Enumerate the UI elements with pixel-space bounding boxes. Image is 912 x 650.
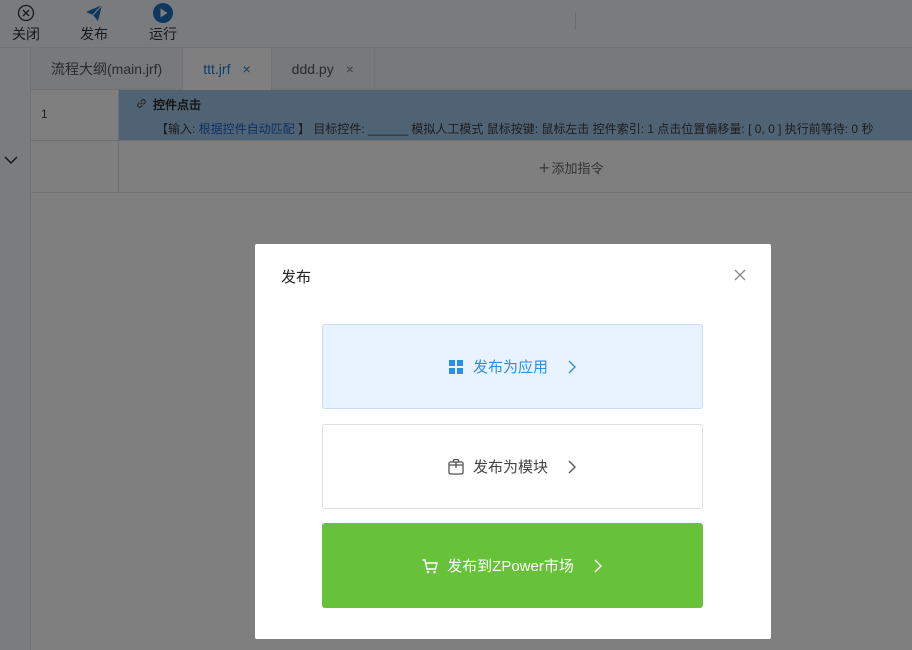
publish-as-module-button[interactable]: 发布为模块 <box>322 424 703 509</box>
chevron-right-icon <box>568 360 578 374</box>
shopping-cart-icon <box>421 557 439 575</box>
publish-to-market-label: 发布到ZPower市场 <box>447 558 574 575</box>
publish-as-app-button[interactable]: 发布为应用 <box>322 324 703 409</box>
package-box-icon <box>447 458 465 476</box>
publish-as-app-label: 发布为应用 <box>472 359 548 376</box>
chevron-right-icon <box>568 460 578 474</box>
grid-apps-icon <box>447 358 465 376</box>
publish-dialog: 发布 发布为应用 发布为模块 发布到ZPower市场 <box>255 244 771 639</box>
publish-as-module-label: 发布为模块 <box>472 459 548 476</box>
close-icon[interactable] <box>733 268 749 284</box>
dialog-title: 发布 <box>281 269 312 286</box>
publish-to-market-button[interactable]: 发布到ZPower市场 <box>322 523 703 608</box>
chevron-right-icon <box>594 559 604 573</box>
